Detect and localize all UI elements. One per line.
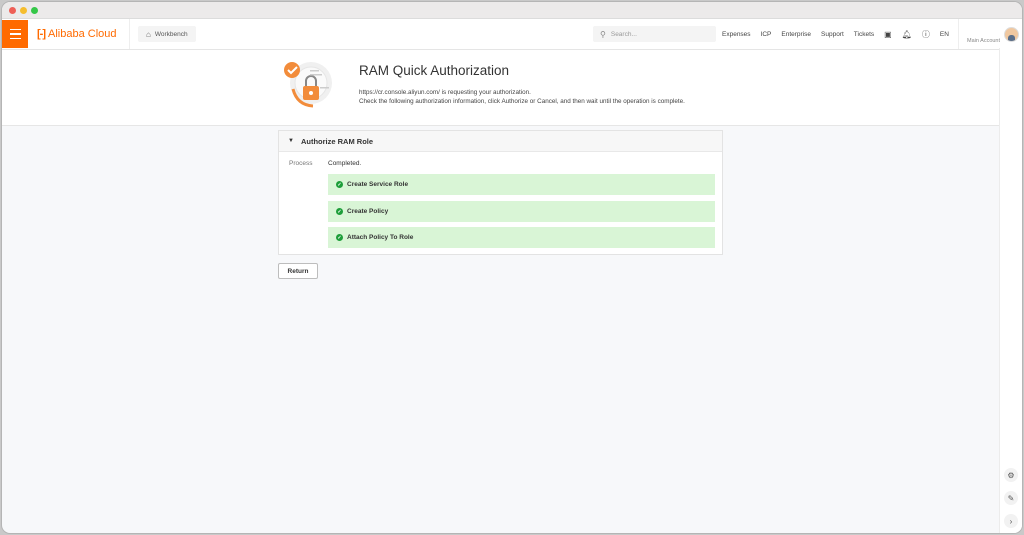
right-tool-rail: ⚙ ✎ ›	[999, 48, 1022, 533]
title-bar	[2, 2, 1022, 19]
authorization-header: RAM Quick Authorization https://cr.conso…	[2, 50, 1022, 126]
top-navigation-bar: [-] Alibaba Cloud ⌂ Workbench ⚲ Search..…	[2, 19, 1022, 50]
top-links: Expenses ICP Enterprise Support Tickets …	[722, 19, 959, 49]
edit-icon[interactable]: ✎	[1004, 491, 1018, 505]
search-icon: ⚲	[600, 29, 606, 39]
chevron-right-icon[interactable]: ›	[1004, 514, 1018, 528]
home-icon: ⌂	[146, 29, 151, 39]
search-placeholder: Search...	[610, 30, 637, 38]
support-link[interactable]: Support	[821, 31, 844, 38]
page-title: RAM Quick Authorization	[359, 63, 510, 78]
hamburger-menu-button[interactable]	[2, 20, 28, 48]
divider	[129, 19, 130, 49]
help-icon[interactable]: ⓘ	[922, 29, 930, 40]
expenses-link[interactable]: Expenses	[722, 31, 751, 38]
step-create-policy: ✓ Create Policy	[328, 201, 715, 222]
step-label: Create Policy	[347, 208, 389, 215]
card-title: Authorize RAM Role	[300, 136, 374, 146]
minimize-window-button[interactable]	[20, 6, 27, 14]
settings-icon[interactable]: ⚙	[1004, 468, 1018, 482]
check-circle-icon: ✓	[336, 234, 343, 241]
bell-icon[interactable]: 🔔︎	[902, 30, 912, 39]
language-switch[interactable]: EN	[940, 31, 949, 38]
process-status: Completed.	[328, 160, 362, 167]
step-label: Attach Policy To Role	[347, 234, 414, 241]
close-window-button[interactable]	[9, 6, 16, 14]
account-label: Main Account	[967, 38, 1001, 44]
step-attach-policy-to-role: ✓ Attach Policy To Role	[328, 227, 715, 248]
card-header-toggle[interactable]: ▼ Authorize RAM Role	[279, 131, 722, 152]
step-label: Create Service Role	[347, 181, 409, 188]
enterprise-link[interactable]: Enterprise	[781, 31, 811, 38]
check-circle-icon: ✓	[336, 208, 343, 215]
search-input[interactable]: ⚲ Search...	[593, 26, 716, 42]
account-menu[interactable]: Main Account	[958, 19, 1022, 49]
request-description: https://cr.console.aliyun.com/ is reques…	[359, 89, 531, 96]
terminal-icon[interactable]: ▣	[884, 30, 892, 39]
authorization-illustration	[284, 62, 332, 108]
process-label: Process	[289, 160, 313, 167]
instruction-text: Check the following authorization inform…	[359, 98, 685, 105]
check-circle-icon: ✓	[336, 181, 343, 188]
icp-link[interactable]: ICP	[761, 31, 772, 38]
step-create-service-role: ✓ Create Service Role	[328, 174, 715, 195]
caret-down-icon: ▼	[288, 138, 294, 144]
hamburger-icon	[9, 28, 21, 31]
workbench-label: Workbench	[154, 30, 188, 38]
tickets-link[interactable]: Tickets	[854, 31, 874, 38]
alibaba-cloud-logo[interactable]: [-] Alibaba Cloud	[37, 28, 121, 40]
authorize-ram-role-card: ▼ Authorize RAM Role Process Completed. …	[278, 130, 723, 255]
return-button[interactable]: Return	[278, 263, 318, 279]
avatar[interactable]	[1004, 27, 1019, 42]
browser-window: [-] Alibaba Cloud ⌂ Workbench ⚲ Search..…	[2, 2, 1022, 533]
logo-text: Alibaba Cloud	[48, 28, 117, 40]
maximize-window-button[interactable]	[31, 6, 38, 14]
logo-mark: [-]	[37, 28, 46, 40]
workbench-button[interactable]: ⌂ Workbench	[138, 26, 196, 42]
